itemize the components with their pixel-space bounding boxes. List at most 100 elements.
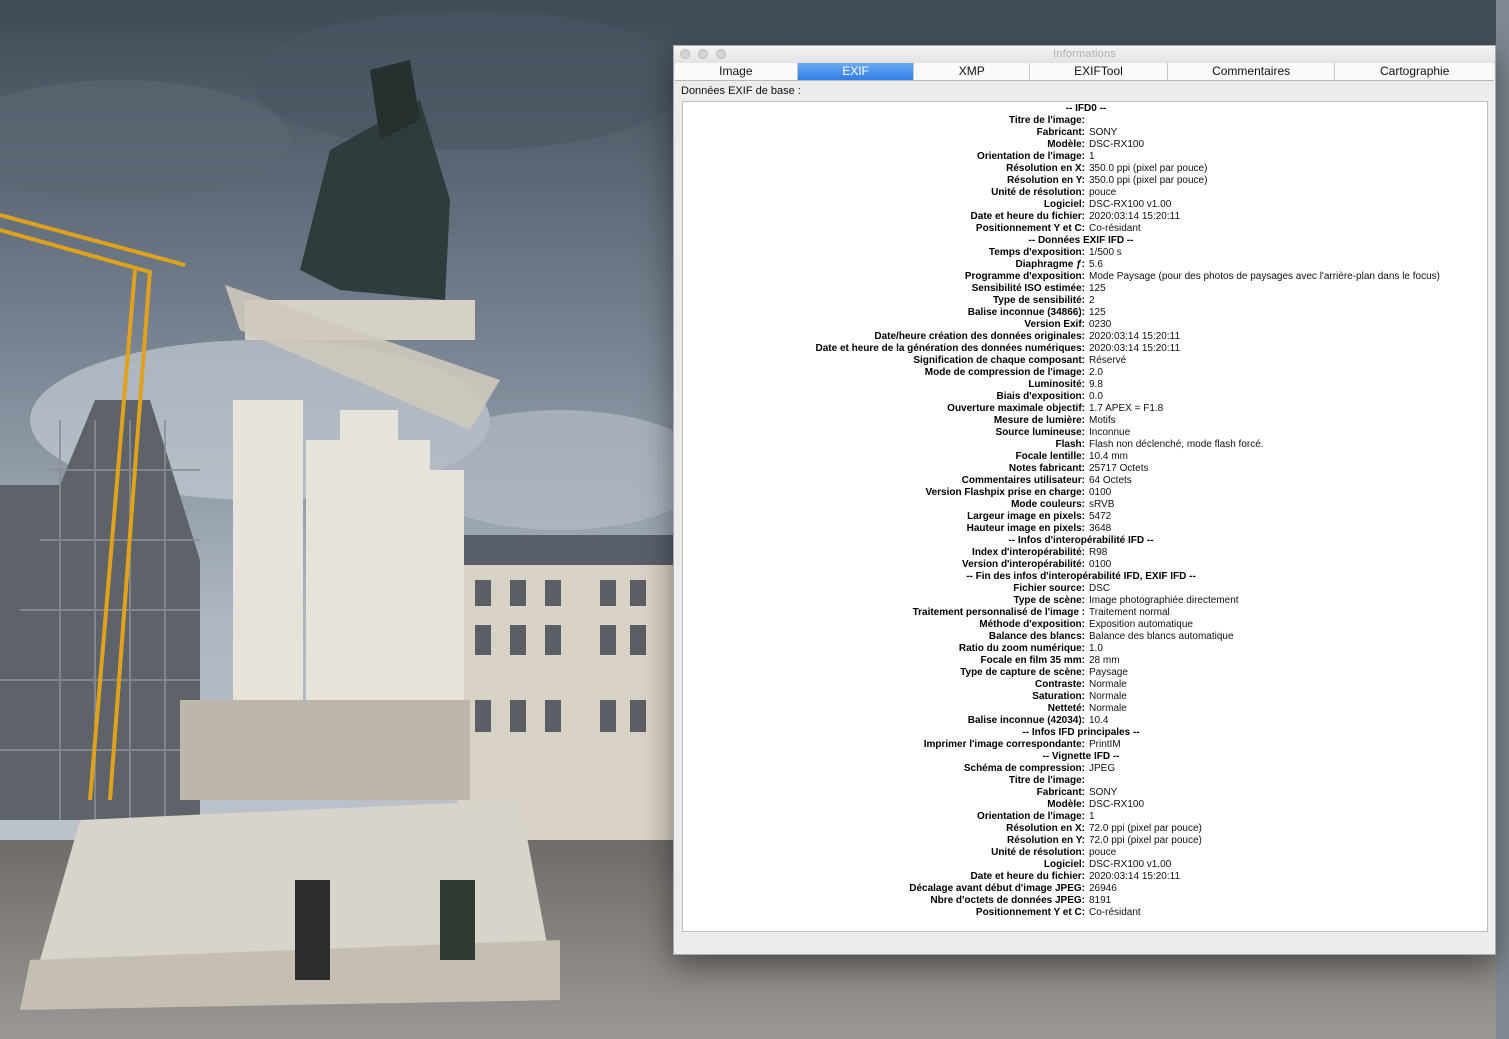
exif-key: Mode de compression de l'image:: [924, 367, 1085, 378]
exif-key: Index d'interopérabilité:: [972, 547, 1085, 558]
exif-value: DSC: [1089, 583, 1111, 594]
exif-key: Fichier source:: [1013, 583, 1085, 594]
exif-key: Notes fabricant:: [1008, 463, 1085, 474]
exif-row: Commentaires utilisateur: 64 Octets: [683, 475, 1487, 487]
tab-cartographie[interactable]: Cartographie: [1335, 63, 1494, 80]
exif-row: Unité de résolution: pouce: [683, 187, 1487, 199]
exif-value: Normale: [1089, 679, 1127, 690]
exif-value: 9.8: [1089, 379, 1103, 390]
exif-value: 2020:03:14 15:20:11: [1089, 331, 1181, 342]
exif-row: Biais d'exposition: 0.0: [683, 391, 1487, 403]
tab-image[interactable]: Image: [675, 63, 798, 80]
exif-value: SONY: [1089, 127, 1118, 138]
exif-section-header: -- Vignette IFD --: [683, 751, 1487, 763]
exif-data-panel[interactable]: -- IFD0 -- Titre de l'image: Fabricant: SON…: [682, 101, 1488, 932]
exif-key: Largeur image en pixels:: [967, 511, 1085, 522]
exif-value: 350.0 ppi (pixel par pouce): [1089, 163, 1208, 174]
exif-key: Modèle:: [1047, 139, 1085, 150]
tab-commentaires[interactable]: Commentaires: [1168, 63, 1336, 80]
exif-row: Ratio du zoom numérique: 1.0: [683, 643, 1487, 655]
exif-key: Signification de chaque composant:: [913, 355, 1085, 366]
exif-key: Résolution en Y:: [1007, 835, 1085, 846]
exif-key: Titre de l'image:: [1008, 115, 1085, 126]
exif-row: Titre de l'image:: [683, 115, 1487, 127]
exif-row: Mode couleurs: sRVB: [683, 499, 1487, 511]
exif-key: Résolution en Y:: [1007, 175, 1085, 186]
exif-row: Type de scène: Image photographiée direct…: [683, 595, 1487, 607]
exif-row: Mode de compression de l'image: 2.0: [683, 367, 1487, 379]
exif-key: Balise inconnue (42034):: [967, 715, 1085, 726]
exif-value: Paysage: [1089, 667, 1128, 678]
exif-key: Positionnement Y et C:: [975, 223, 1085, 234]
exif-key: Contraste:: [1034, 679, 1085, 690]
exif-section-header-text: -- IFD0 --: [1065, 103, 1107, 114]
exif-value: 0100: [1089, 559, 1112, 570]
exif-row: Orientation de l'image: 1: [683, 811, 1487, 823]
tab-exiftool[interactable]: EXIFTool: [1030, 63, 1168, 80]
exif-row: Logiciel: DSC-RX100 v1.00: [683, 859, 1487, 871]
exif-key: Nbre d'octets de données JPEG:: [930, 895, 1085, 906]
exif-row: Résolution en Y: 72.0 ppi (pixel par pouc…: [683, 835, 1487, 847]
exif-key: Sensibilité ISO estimée:: [971, 283, 1085, 294]
exif-key: Décalage avant début d'image JPEG:: [909, 883, 1085, 894]
exif-row: Résolution en Y: 350.0 ppi (pixel par pou…: [683, 175, 1487, 187]
tab-exif[interactable]: EXIF: [797, 63, 915, 80]
exif-section-header-text: -- Fin des infos d'interopérabilité IFD,…: [966, 571, 1196, 582]
exif-value: 1.7 APEX = F1.8: [1089, 403, 1164, 414]
exif-value: 1/500 s: [1089, 247, 1122, 258]
exif-key: Modèle:: [1047, 799, 1085, 810]
exif-row: Luminosité: 9.8: [683, 379, 1487, 391]
exif-row: Source lumineuse: Inconnue: [683, 427, 1487, 439]
exif-value: 0100: [1089, 487, 1112, 498]
exif-section-header-text: -- Infos IFD principales --: [1022, 727, 1140, 738]
exif-value: Motifs: [1089, 415, 1116, 426]
exif-value: Mode Paysage (pour des photos de paysage…: [1089, 271, 1441, 282]
exif-value: 10.4 mm: [1089, 451, 1128, 462]
exif-key: Orientation de l'image:: [977, 811, 1085, 822]
exif-value: sRVB: [1089, 499, 1115, 510]
exif-key: Logiciel:: [1043, 859, 1085, 870]
exif-row: Modèle: DSC-RX100: [683, 139, 1487, 151]
exif-row: Schéma de compression: JPEG: [683, 763, 1487, 775]
exif-row: Version d'interopérabilité: 0100: [683, 559, 1487, 571]
exif-row: Focale lentille: 10.4 mm: [683, 451, 1487, 463]
exif-row: Nbre d'octets de données JPEG: 8191: [683, 895, 1487, 907]
exif-row: Diaphragme ƒ: 5.6: [683, 259, 1487, 271]
exif-row: Résolution en X: 350.0 ppi (pixel par pou…: [683, 163, 1487, 175]
exif-value: Traitement normal: [1089, 607, 1170, 618]
exif-row: Largeur image en pixels: 5472: [683, 511, 1487, 523]
exif-key: Orientation de l'image:: [977, 151, 1085, 162]
exif-key: Méthode d'exposition:: [979, 619, 1085, 630]
exif-value: Inconnue: [1089, 427, 1131, 438]
tab-xmp[interactable]: XMP: [914, 63, 1031, 80]
exif-row: Décalage avant début d'image JPEG: 26946: [683, 883, 1487, 895]
exif-key: Saturation:: [1032, 691, 1085, 702]
exif-value: pouce: [1089, 187, 1117, 198]
exif-value: 1: [1089, 811, 1095, 822]
exif-key: Version d'interopérabilité:: [962, 559, 1085, 570]
exif-row: Sensibilité ISO estimée: 125: [683, 283, 1487, 295]
exif-row: Hauteur image en pixels: 3648: [683, 523, 1487, 535]
exif-value: 2: [1089, 295, 1095, 306]
exif-section-header: -- Données EXIF IFD --: [683, 235, 1487, 247]
exif-value: SONY: [1089, 787, 1118, 798]
exif-row: Logiciel: DSC-RX100 v1.00: [683, 199, 1487, 211]
exif-row: Type de capture de scène: Paysage: [683, 667, 1487, 679]
exif-row: Méthode d'exposition: Exposition automati…: [683, 619, 1487, 631]
exif-key: Diaphragme ƒ:: [1015, 259, 1085, 270]
exif-value: Balance des blancs automatique: [1089, 631, 1234, 642]
exif-row: Fichier source: DSC: [683, 583, 1487, 595]
exif-value: DSC-RX100: [1089, 139, 1145, 150]
exif-value: 2020:03:14 15:20:11: [1089, 871, 1181, 882]
exif-key: Type de sensibilité:: [992, 295, 1085, 306]
exif-value: 3648: [1089, 523, 1112, 534]
window-titlebar[interactable]: Informations: [674, 46, 1495, 64]
exif-value: 2020:03:14 15:20:11: [1089, 343, 1181, 354]
exif-row: Notes fabricant: 25717 Octets: [683, 463, 1487, 475]
exif-key: Mesure de lumière:: [993, 415, 1085, 426]
exif-value: 1: [1089, 151, 1095, 162]
exif-key: Imprimer l'image correspondante:: [923, 739, 1085, 750]
exif-row: Fabricant: SONY: [683, 127, 1487, 139]
window-title: Informations: [1053, 48, 1116, 60]
section-label: Données EXIF de base :: [681, 85, 801, 97]
